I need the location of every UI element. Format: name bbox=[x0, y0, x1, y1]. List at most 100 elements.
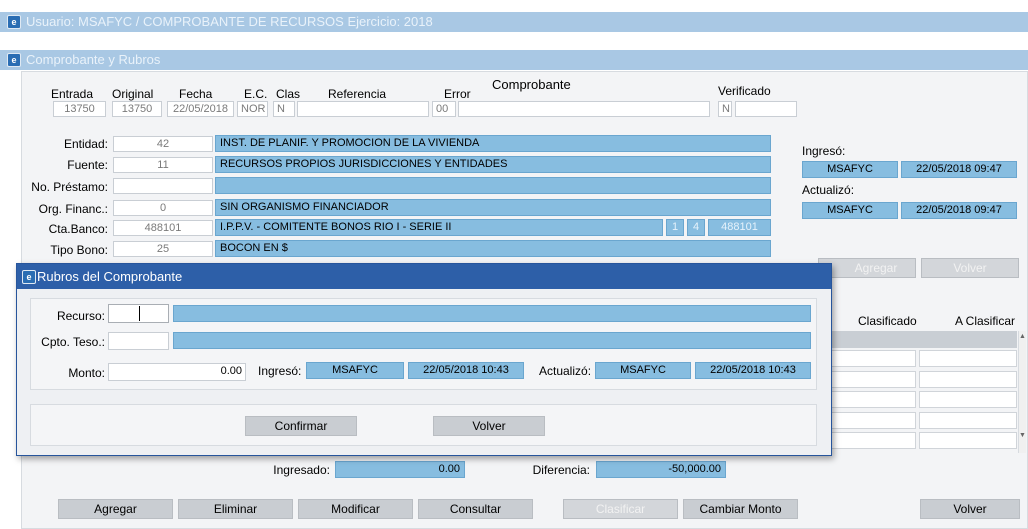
entrada-label: Entrada bbox=[51, 87, 94, 101]
rubros-dialog: e Rubros del Comprobante Recurso: Cpto. … bbox=[16, 263, 832, 456]
fecha-field[interactable]: 22/05/2018 bbox=[167, 101, 234, 117]
referencia-label: Referencia bbox=[328, 87, 387, 101]
prestamo-desc bbox=[215, 177, 771, 194]
cta-banco-label: Cta.Banco: bbox=[48, 222, 108, 236]
dialog-buttons-panel bbox=[30, 404, 817, 446]
audit-ingreso-date: 22/05/2018 09:47 bbox=[901, 161, 1017, 178]
entidad-code-field[interactable]: 42 bbox=[113, 136, 213, 152]
a-clasificar-cell[interactable] bbox=[919, 411, 1017, 429]
window-title: Usuario: MSAFYC / COMPROBANTE DE RECURSO… bbox=[26, 14, 433, 29]
clas-field[interactable]: N bbox=[273, 101, 295, 117]
original-label: Original bbox=[112, 87, 154, 101]
audit-actualizo-date: 22/05/2018 09:47 bbox=[901, 202, 1017, 219]
cta-banco-extra-1: 1 bbox=[666, 219, 684, 236]
text-cursor bbox=[139, 306, 140, 321]
dialog-volver-button[interactable]: Volver bbox=[433, 416, 545, 436]
ingresado-value: 0.00 bbox=[335, 461, 465, 478]
prestamo-label: No. Préstamo: bbox=[31, 180, 108, 194]
modificar-button[interactable]: Modificar bbox=[298, 499, 413, 519]
clasificado-cell[interactable] bbox=[820, 370, 916, 388]
fuente-code-field[interactable]: 11 bbox=[113, 157, 213, 173]
clasificado-cell[interactable] bbox=[820, 350, 916, 367]
org-financ-desc: SIN ORGANISMO FINANCIADOR bbox=[215, 199, 771, 216]
section-icon: e bbox=[7, 53, 21, 67]
cambiar-monto-button[interactable]: Cambiar Monto bbox=[683, 499, 798, 519]
cpto-teso-field[interactable] bbox=[108, 332, 169, 350]
tipo-bono-code-field[interactable]: 25 bbox=[113, 241, 213, 257]
recurso-desc bbox=[173, 305, 811, 322]
scroll-down-icon[interactable]: ▼ bbox=[1019, 432, 1026, 439]
referencia-field[interactable] bbox=[297, 101, 429, 117]
dialog-title: Rubros del Comprobante bbox=[37, 269, 183, 284]
ec-field[interactable]: NOR bbox=[237, 101, 268, 117]
dialog-actualizo-label: Actualizó: bbox=[539, 364, 592, 378]
volver-button[interactable]: Volver bbox=[920, 499, 1020, 519]
dialog-icon: e bbox=[22, 270, 36, 284]
monto-field[interactable]: 0.00 bbox=[108, 363, 246, 381]
ec-label: E.C. bbox=[244, 87, 268, 101]
scroll-up-icon[interactable]: ▲ bbox=[1019, 333, 1026, 340]
table-scrollbar[interactable]: ▲ ▼ bbox=[1018, 331, 1026, 453]
audit-actualizo-user: MSAFYC bbox=[802, 202, 898, 219]
clasificado-cell[interactable] bbox=[820, 391, 916, 408]
comprobante-field[interactable] bbox=[458, 101, 710, 117]
eliminar-button[interactable]: Eliminar bbox=[178, 499, 293, 519]
clas-label: Clas bbox=[276, 87, 301, 101]
a-clasificar-cell[interactable] bbox=[919, 370, 1017, 388]
verificado-extra-field[interactable] bbox=[735, 101, 797, 117]
a-clasificar-cell[interactable] bbox=[919, 432, 1017, 449]
ingresado-label: Ingresado: bbox=[273, 463, 330, 477]
window-title-bar: e Usuario: MSAFYC / COMPROBANTE DE RECUR… bbox=[0, 12, 1028, 32]
error-field[interactable]: 00 bbox=[432, 101, 456, 117]
consultar-button[interactable]: Consultar bbox=[418, 499, 533, 519]
clasificado-cell[interactable] bbox=[820, 411, 916, 429]
prestamo-code-field[interactable] bbox=[113, 178, 213, 194]
comprobante-title: Comprobante bbox=[492, 77, 571, 92]
agregar-button[interactable]: Agregar bbox=[58, 499, 173, 519]
fuente-label: Fuente: bbox=[67, 158, 108, 172]
dialog-title-bar[interactable]: e Rubros del Comprobante bbox=[17, 264, 831, 289]
app-icon: e bbox=[7, 15, 21, 29]
cta-banco-desc: I.P.P.V. - COMITENTE BONOS RIO I - SERIE… bbox=[215, 219, 663, 236]
verificado-label: Verificado bbox=[718, 84, 771, 98]
a-clasificar-cell[interactable] bbox=[919, 350, 1017, 367]
recurso-label: Recurso: bbox=[56, 309, 105, 323]
cta-banco-extra-3: 488101 bbox=[708, 219, 771, 236]
cta-banco-code-field[interactable]: 488101 bbox=[113, 220, 213, 236]
dialog-ingreso-user: MSAFYC bbox=[306, 362, 404, 379]
a-clasificar-cell[interactable] bbox=[919, 391, 1017, 408]
clasificado-cell[interactable] bbox=[820, 432, 916, 449]
original-field[interactable]: 13750 bbox=[112, 101, 162, 117]
clasificar-button[interactable]: Clasificar bbox=[563, 499, 678, 519]
confirmar-button[interactable]: Confirmar bbox=[245, 416, 357, 436]
dialog-ingreso-label: Ingresó: bbox=[258, 364, 302, 378]
section-title: Comprobante y Rubros bbox=[26, 52, 161, 67]
right-volver-button[interactable]: Volver bbox=[921, 258, 1019, 278]
audit-ingreso-label: Ingresó: bbox=[802, 144, 846, 158]
entidad-label: Entidad: bbox=[63, 137, 108, 151]
verificado-field[interactable]: N bbox=[718, 101, 732, 117]
monto-label: Monto: bbox=[68, 366, 105, 380]
tipo-bono-label: Tipo Bono: bbox=[50, 243, 108, 257]
audit-ingreso-user: MSAFYC bbox=[802, 161, 898, 178]
entidad-desc: INST. DE PLANIF. Y PROMOCION DE LA VIVIE… bbox=[215, 135, 771, 152]
col-clasificado-header: Clasificado bbox=[858, 314, 917, 328]
section-title-bar: e Comprobante y Rubros bbox=[0, 50, 1028, 70]
org-financ-code-field[interactable]: 0 bbox=[113, 200, 213, 216]
diferencia-value: -50,000.00 bbox=[596, 461, 726, 478]
dialog-ingreso-date: 22/05/2018 10:43 bbox=[408, 362, 524, 379]
fecha-label: Fecha bbox=[179, 87, 213, 101]
diferencia-label: Diferencia: bbox=[532, 463, 590, 477]
right-agregar-button[interactable]: Agregar bbox=[818, 258, 916, 278]
error-label: Error bbox=[444, 87, 471, 101]
dialog-actualizo-user: MSAFYC bbox=[595, 362, 691, 379]
audit-actualizo-label: Actualizó: bbox=[802, 183, 855, 197]
org-financ-label: Org. Financ.: bbox=[38, 202, 108, 216]
entrada-field[interactable]: 13750 bbox=[53, 101, 106, 117]
dialog-actualizo-date: 22/05/2018 10:43 bbox=[695, 362, 811, 379]
cpto-teso-desc bbox=[173, 332, 811, 349]
cpto-teso-label: Cpto. Teso.: bbox=[41, 335, 105, 349]
cta-banco-extra-2: 4 bbox=[687, 219, 705, 236]
recurso-field[interactable] bbox=[108, 304, 169, 323]
fuente-desc: RECURSOS PROPIOS JURISDICCIONES Y ENTIDA… bbox=[215, 156, 771, 173]
